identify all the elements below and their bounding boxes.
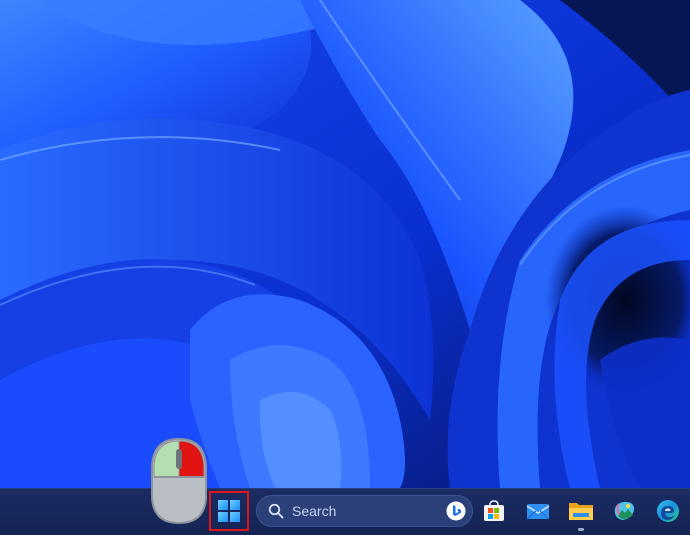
windows-logo-icon	[218, 500, 240, 522]
search-placeholder: Search	[292, 503, 337, 519]
bing-icon[interactable]	[446, 501, 466, 521]
taskbar-search-box[interactable]: Search	[256, 495, 473, 527]
search-icon	[267, 502, 285, 520]
desktop-screen: Search	[0, 0, 690, 535]
mouse-left-click-icon	[151, 437, 207, 525]
file-explorer-icon[interactable]	[568, 498, 594, 524]
running-indicator	[578, 528, 584, 531]
mail-icon[interactable]	[525, 498, 551, 524]
photos-icon[interactable]	[612, 498, 638, 524]
start-button[interactable]	[209, 491, 249, 531]
microsoft-store-icon[interactable]	[481, 498, 507, 524]
desktop-wallpaper	[0, 0, 690, 488]
edge-icon[interactable]	[655, 498, 681, 524]
